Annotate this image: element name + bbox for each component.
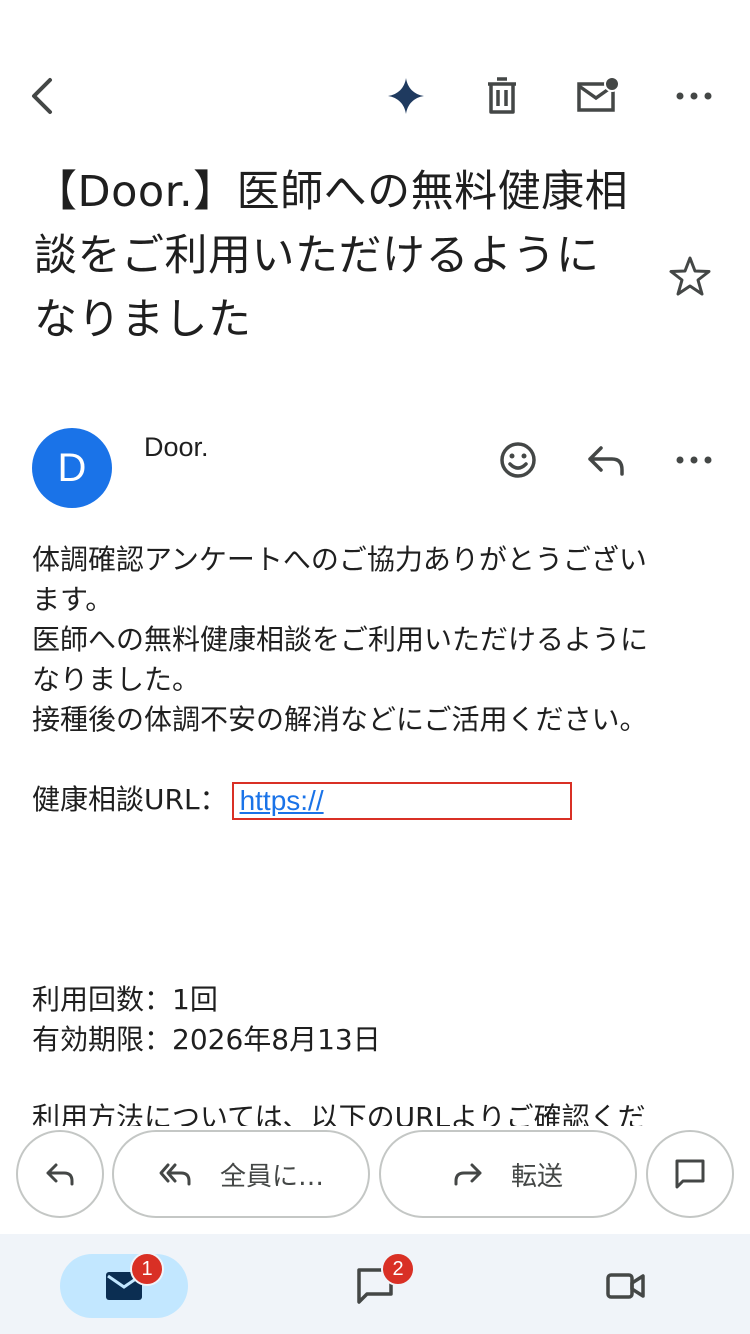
- delete-button[interactable]: [472, 60, 532, 132]
- sender-name[interactable]: Door.: [144, 432, 209, 463]
- nav-mail-tab[interactable]: 1: [60, 1252, 188, 1318]
- subject-line: なりました: [34, 295, 252, 345]
- usage-count: 利用回数：1回: [32, 983, 218, 1016]
- subject-line: 談をご利用いただけるように: [34, 231, 600, 281]
- forward-icon: [454, 1163, 482, 1186]
- top-app-bar: [0, 60, 750, 132]
- email-body: 体調確認アンケートへのご協力ありがとうござい ます。 医師への無料健康相談をご利…: [32, 540, 722, 820]
- add-reaction-button[interactable]: [488, 428, 548, 492]
- back-button[interactable]: [14, 60, 74, 132]
- mark-unread-icon: [577, 76, 620, 112]
- usage-info: 利用回数：1回 有効期限：2026年8月13日: [32, 980, 381, 1060]
- body-line: ます。: [32, 583, 114, 616]
- health-consult-link[interactable]: https://: [240, 785, 324, 816]
- bottom-navigation: 1 2: [0, 1234, 750, 1334]
- forward-label: 転送: [510, 1161, 563, 1192]
- more-vert-icon: [676, 456, 712, 464]
- chat-reply-button[interactable]: [646, 1130, 734, 1218]
- video-icon: [606, 1273, 645, 1299]
- subject-line: 【Door.】医師への無料健康相: [34, 167, 629, 217]
- reply-button[interactable]: [576, 428, 636, 492]
- trash-icon: [488, 77, 516, 114]
- back-arrow-icon: [32, 78, 52, 114]
- reply-all-button[interactable]: 全員に…: [112, 1130, 370, 1218]
- mail-unread-badge: 1: [130, 1252, 164, 1286]
- chat-bubble-icon: [675, 1159, 705, 1189]
- sender-row: D Door.: [0, 420, 750, 516]
- more-vert-icon: [676, 92, 712, 100]
- url-label: 健康相談URL：: [32, 783, 228, 816]
- forward-button[interactable]: 転送: [379, 1130, 637, 1218]
- nav-meet-tab[interactable]: [562, 1254, 690, 1318]
- emoji-icon: [500, 442, 536, 478]
- body-line: 医師への無料健康相談をご利用いただけるように: [32, 623, 649, 656]
- url-highlight-box: https://: [231, 782, 572, 820]
- chat-unread-badge: 2: [381, 1252, 415, 1286]
- email-subject: 【Door.】医師への無料健康相 談をご利用いただけるように なりました: [34, 160, 634, 352]
- reply-pill-button[interactable]: [16, 1130, 104, 1218]
- gemini-button[interactable]: [376, 60, 436, 132]
- body-line: 体調確認アンケートへのご協力ありがとうござい: [32, 543, 647, 576]
- more-options-button[interactable]: [664, 60, 724, 132]
- star-icon: [669, 256, 711, 296]
- reply-all-label: 全員に…: [219, 1161, 324, 1192]
- nav-chat-tab[interactable]: 2: [311, 1252, 439, 1318]
- message-more-button[interactable]: [664, 428, 724, 492]
- body-line: なりました。: [32, 663, 201, 696]
- reply-all-icon: [159, 1163, 191, 1186]
- body-line: 接種後の体調不安の解消などにご活用ください。: [32, 703, 648, 736]
- avatar[interactable]: D: [32, 428, 112, 508]
- expiry-date: 有効期限：2026年8月13日: [32, 1023, 381, 1056]
- reply-icon: [46, 1163, 74, 1186]
- url-line: 健康相談URL： https://: [32, 780, 722, 820]
- body-cutoff-line: 利用方法については、以下のURLよりご確認くだ: [32, 1100, 722, 1126]
- gemini-sparkle-icon: [388, 78, 424, 114]
- reply-action-bar: 全員に… 転送: [0, 1128, 750, 1220]
- reply-icon: [588, 446, 624, 476]
- mark-unread-button[interactable]: [568, 60, 628, 132]
- cutoff-text: 利用方法については、以下のURLよりご確認くだ: [32, 1101, 646, 1126]
- star-button[interactable]: [664, 250, 716, 302]
